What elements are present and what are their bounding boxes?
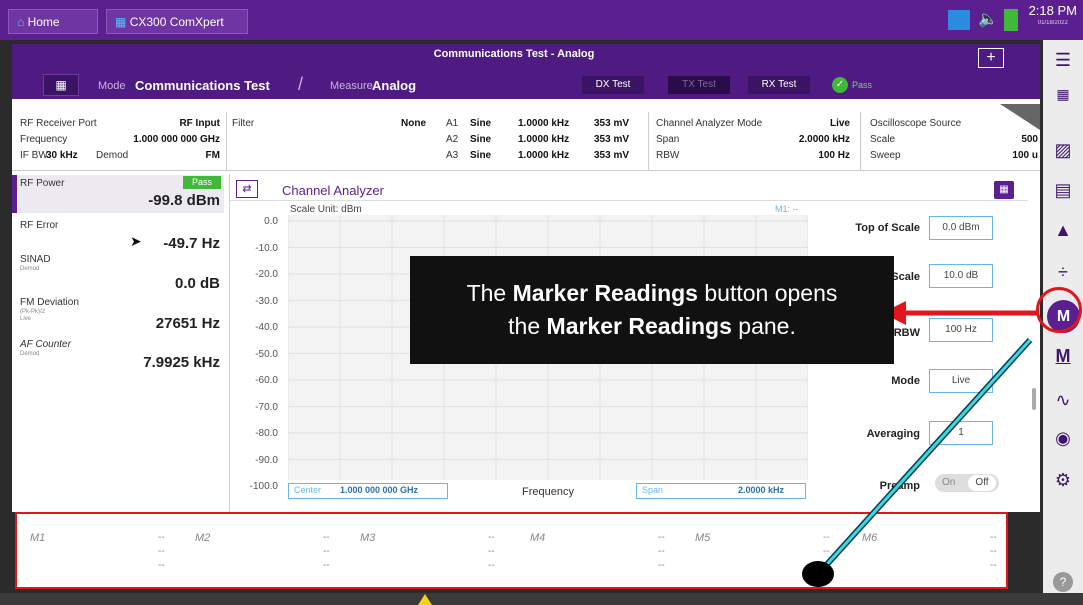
pointer-line (818, 338, 1032, 574)
callout-line-2: the Marker Readings pane. (410, 310, 894, 343)
callout-text: The (466, 280, 513, 306)
callout-line-1: The Marker Readings button opens (410, 277, 894, 310)
callout-text: the (508, 313, 547, 339)
callout-bold: Marker Readings (512, 280, 698, 306)
callout-text: button opens (697, 280, 838, 306)
callout-bold: Marker Readings (546, 313, 732, 339)
bottom-bar (0, 593, 1083, 605)
pointer-dot (802, 561, 834, 587)
callout-text: pane. (731, 313, 796, 339)
callout-box: The Marker Readings button opens the Mar… (410, 256, 894, 364)
warning-icon (418, 594, 432, 605)
